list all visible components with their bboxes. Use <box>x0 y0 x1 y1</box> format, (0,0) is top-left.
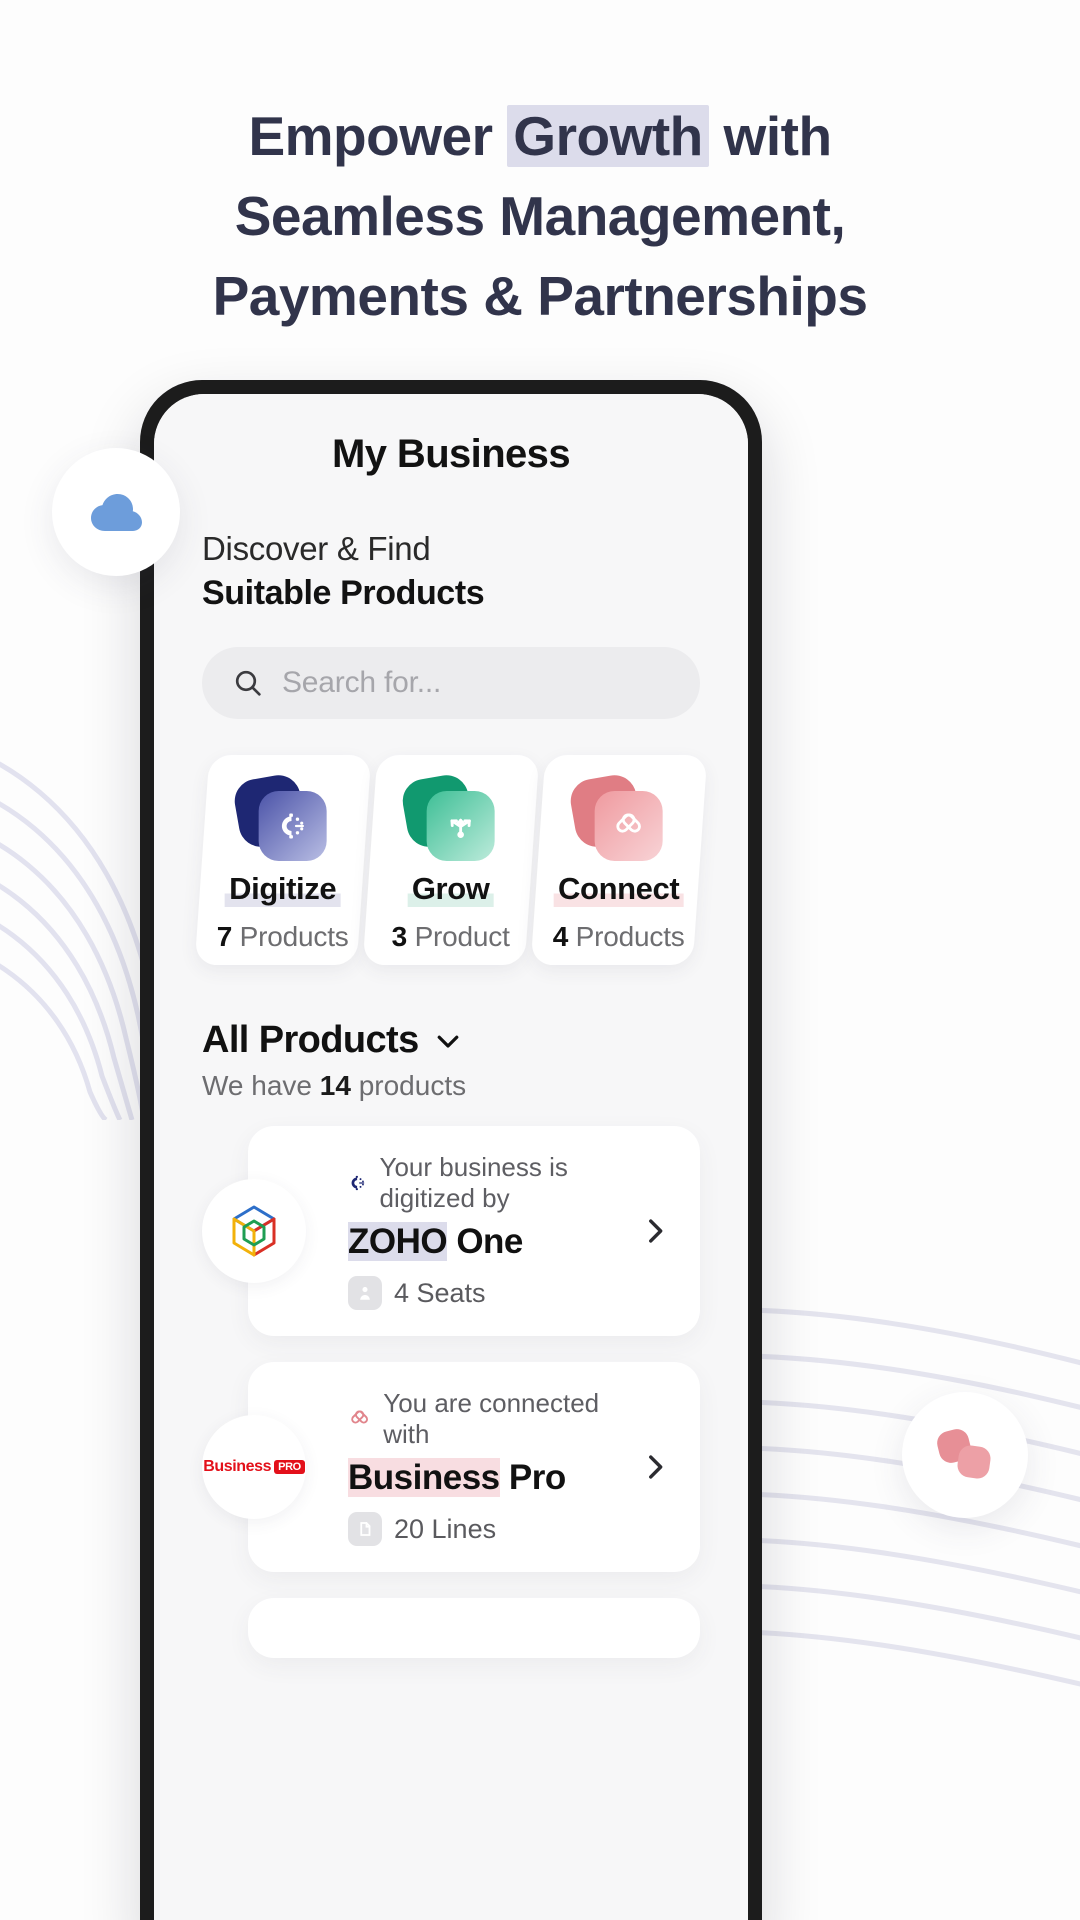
list-item-content: You are connected with Business Pro 20 L… <box>348 1388 624 1546</box>
avatar: Business PRO <box>202 1415 306 1519</box>
product-kicker: Your business is digitized by <box>348 1152 624 1214</box>
linked-knot-icon <box>616 813 641 833</box>
phone-screen: My Business Discover & Find Suitable Pro… <box>154 394 748 1920</box>
list-item-content: Your business is digitized by ZOHO One 4… <box>348 1152 624 1310</box>
discover-kicker: Discover & Find <box>202 530 431 567</box>
all-products-subtitle: We have 14 products <box>202 1070 467 1101</box>
headline-line-1: Empower Growth with <box>248 105 832 167</box>
branch-arrows-icon <box>450 818 471 838</box>
category-card-grow[interactable]: Grow 3 Product <box>362 755 540 965</box>
product-kicker-text: Your business is digitized by <box>379 1152 568 1213</box>
product-meta-text: 20 Lines <box>394 1513 497 1544</box>
category-label: Connect <box>554 871 684 907</box>
cloud-icon <box>91 494 142 531</box>
avatar <box>202 1179 306 1283</box>
shapes-bubble <box>902 1392 1028 1518</box>
headline-line-3: Payments & Partnerships <box>212 265 868 327</box>
search-icon <box>235 670 261 696</box>
product-meta: 4 Seats <box>348 1276 624 1310</box>
chevron-right-icon[interactable] <box>638 1450 672 1484</box>
gear-circuit-icon <box>351 1175 365 1191</box>
sim-lines-icon <box>348 1512 382 1546</box>
page-headline: Empower Growth with Seamless Management,… <box>0 96 1080 336</box>
rounded-shapes-icon <box>937 1429 991 1479</box>
product-name: Business Pro <box>348 1458 566 1497</box>
all-products-title: All Products <box>202 1019 419 1061</box>
category-cards: Digitize 7 Products Grow 3 Product Conne… <box>194 755 708 965</box>
product-kicker-text: You are connected with <box>383 1388 600 1449</box>
product-name: ZOHO One <box>348 1222 523 1261</box>
product-meta: 20 Lines <box>348 1512 624 1546</box>
chevron-down-icon[interactable] <box>433 1026 463 1056</box>
search-input[interactable]: Search for... <box>202 647 700 719</box>
product-kicker: You are connected with <box>348 1388 624 1450</box>
category-count: 4 Products <box>552 921 685 952</box>
category-label: Grow <box>407 871 494 907</box>
all-products-dropdown[interactable]: All Products <box>202 1019 700 1062</box>
app-body: Discover & Find Suitable Products Search… <box>154 530 748 1658</box>
connect-icon-stack <box>567 771 665 863</box>
category-count: 3 Product <box>391 921 510 952</box>
list-item[interactable]: Business PRO You are connected with Busi… <box>202 1362 700 1572</box>
gear-circuit-icon <box>281 813 304 839</box>
linked-knot-icon <box>351 1410 368 1424</box>
product-meta-text: 4 Seats <box>394 1277 486 1308</box>
grow-icon-stack <box>399 771 497 863</box>
page-title: My Business <box>332 431 571 476</box>
category-card-connect[interactable]: Connect 4 Products <box>530 755 708 965</box>
digitize-icon-stack <box>231 771 329 863</box>
seat-person-icon <box>348 1276 382 1310</box>
page-root: Empower Growth with Seamless Management,… <box>0 0 1080 1920</box>
product-list: Your business is digitized by ZOHO One 4… <box>202 1126 700 1658</box>
list-item[interactable] <box>248 1598 700 1658</box>
category-count: 7 Products <box>216 921 349 952</box>
list-item[interactable]: Your business is digitized by ZOHO One 4… <box>202 1126 700 1336</box>
headline-line-2: Seamless Management, <box>234 185 846 247</box>
cloud-bubble <box>52 448 180 576</box>
search-placeholder: Search for... <box>282 666 442 699</box>
business-pro-logo: Business PRO <box>203 1458 305 1476</box>
category-label: Digitize <box>225 871 341 907</box>
category-card-digitize[interactable]: Digitize 7 Products <box>194 755 372 965</box>
phone-mockup-frame: My Business Discover & Find Suitable Pro… <box>140 380 762 1920</box>
chevron-right-icon[interactable] <box>638 1214 672 1248</box>
headline-highlight: Growth <box>507 105 709 167</box>
discover-title: Suitable Products <box>202 574 485 612</box>
zoho-cube-logo <box>232 1205 276 1257</box>
app-header: My Business <box>154 394 748 514</box>
